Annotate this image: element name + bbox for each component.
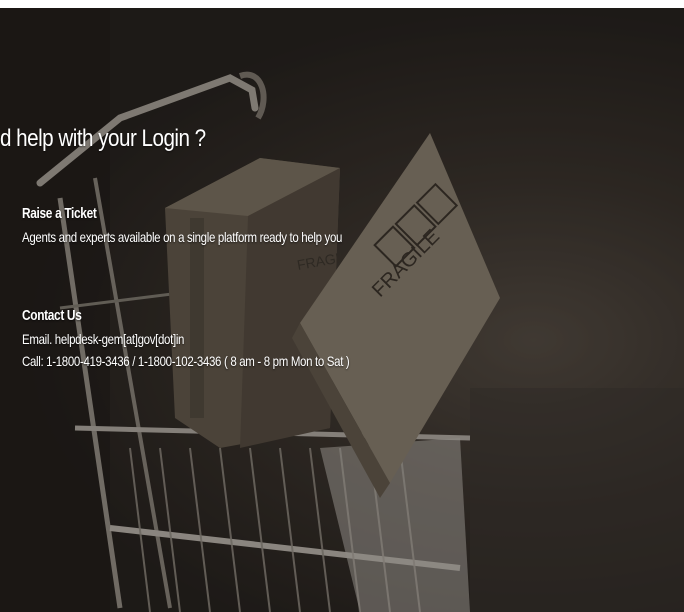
raise-ticket-section: Raise a Ticket Agents and experts availa…	[22, 206, 342, 248]
raise-ticket-description: Agents and experts available on a single…	[22, 229, 343, 245]
help-content: d help with your Login ? Raise a Ticket …	[0, 8, 684, 612]
top-white-strip	[0, 0, 684, 8]
contact-us-section: Contact Us Email. helpdesk-gem[at]gov[do…	[22, 308, 350, 372]
contact-us-title: Contact Us	[22, 308, 82, 324]
hero-background: FRAGILE FRAGILE d help with your Login ?…	[0, 8, 684, 612]
raise-ticket-title[interactable]: Raise a Ticket	[22, 206, 342, 222]
contact-phone: Call: 1-1800-419-3436 / 1-1800-102-3436 …	[22, 353, 350, 369]
contact-email[interactable]: Email. helpdesk-gem[at]gov[dot]in	[22, 328, 349, 350]
login-help-heading: d help with your Login ?	[0, 125, 206, 152]
